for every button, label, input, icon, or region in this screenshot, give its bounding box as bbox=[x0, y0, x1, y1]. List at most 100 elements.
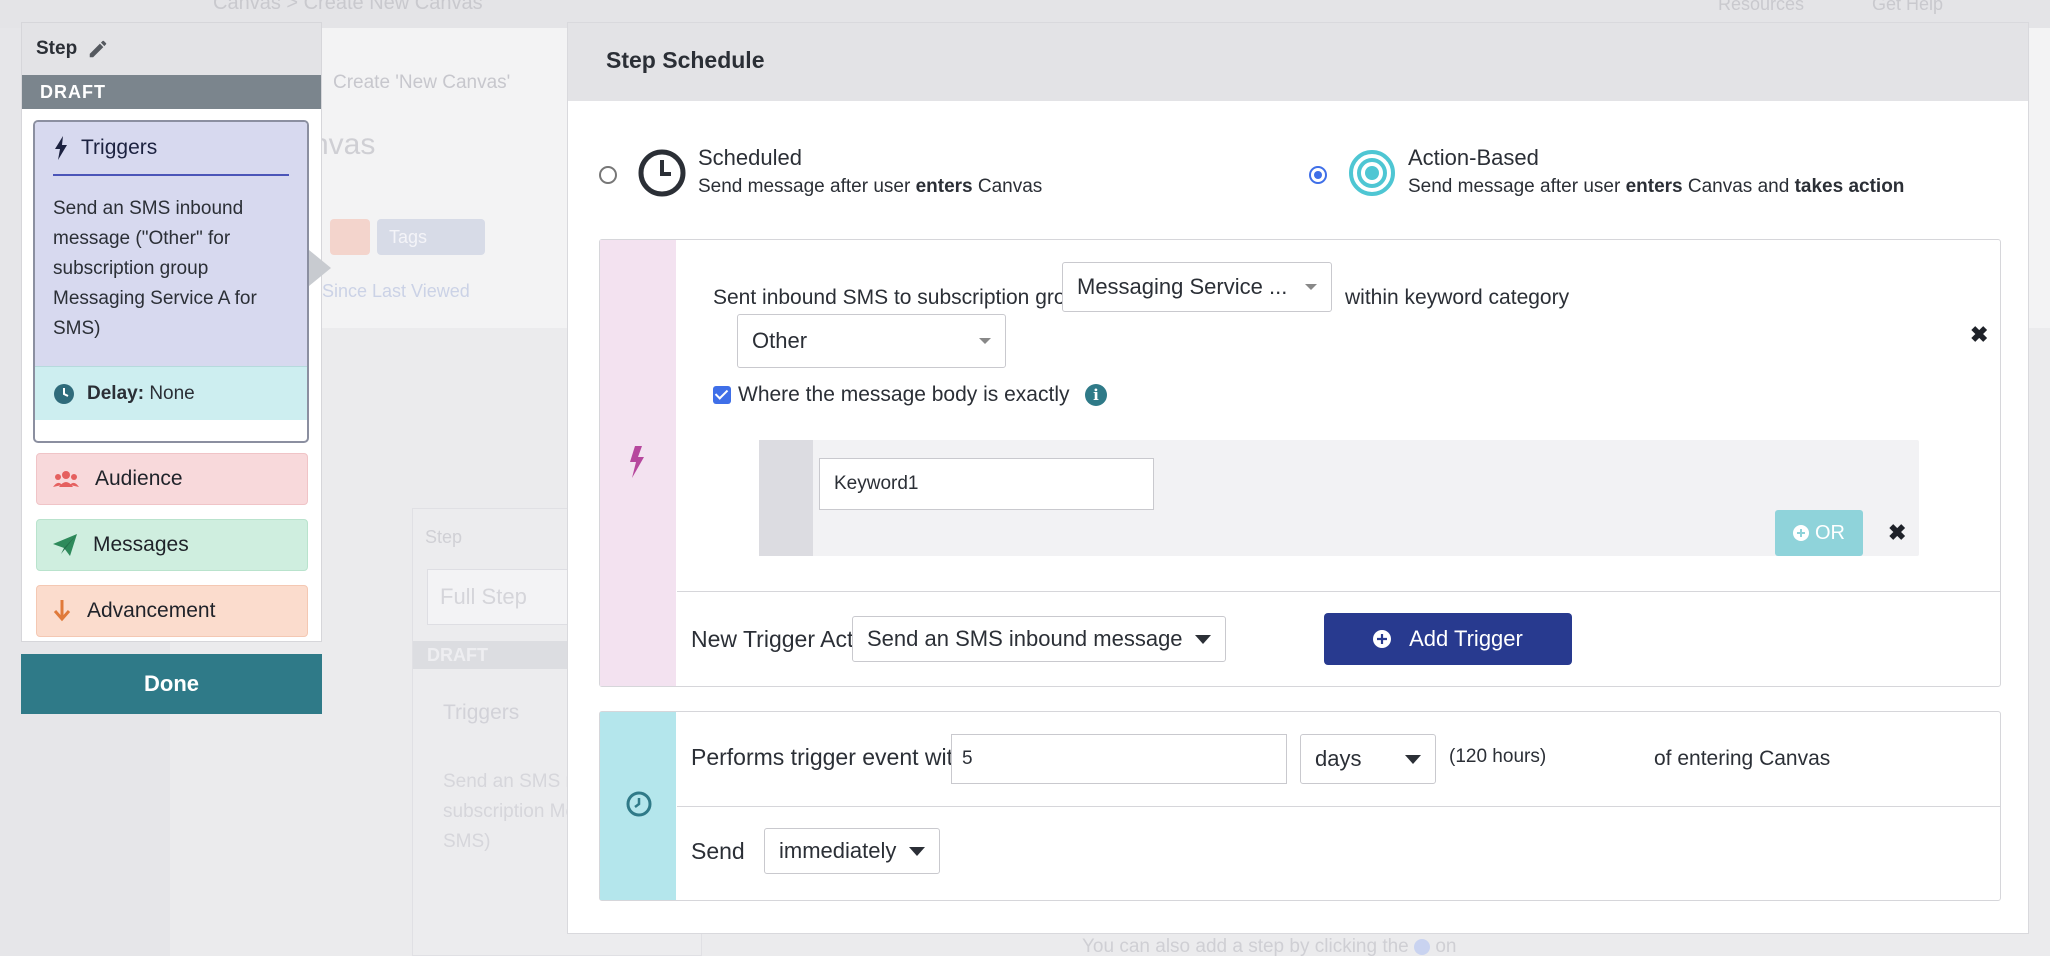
sent-inbound-label: Sent inbound SMS to subscription group bbox=[713, 286, 1089, 309]
time-unit-value: days bbox=[1315, 746, 1362, 771]
pencil-icon[interactable] bbox=[87, 38, 109, 60]
chevron-down-icon bbox=[1305, 284, 1317, 290]
action-sub-pre: Send message after user bbox=[1408, 176, 1626, 197]
tab-create-canvas[interactable]: Create 'New Canvas' bbox=[333, 72, 510, 94]
scheduled-title: Scheduled bbox=[698, 145, 802, 170]
remove-keyword-icon[interactable]: ✖ bbox=[1888, 520, 1906, 546]
time-unit-select[interactable]: days bbox=[1300, 734, 1436, 784]
new-trigger-action-value: Send an SMS inbound message bbox=[867, 626, 1183, 651]
tags-label: Tags bbox=[389, 227, 428, 247]
breadcrumb: Canvas > Create New Canvas bbox=[213, 0, 483, 14]
action-based-radio[interactable] bbox=[1309, 166, 1327, 184]
timing-divider bbox=[677, 806, 2001, 807]
arrow-down-icon bbox=[53, 600, 71, 622]
audience-card[interactable]: Audience bbox=[36, 453, 308, 505]
plus-circle-icon bbox=[1793, 525, 1809, 541]
triggers-label: Triggers bbox=[81, 136, 158, 159]
advancement-label: Advancement bbox=[87, 599, 216, 622]
time-window-value: 5 bbox=[962, 748, 973, 769]
trigger-divider bbox=[677, 591, 2001, 592]
subscription-group-select[interactable]: Messaging Service ... bbox=[1062, 262, 1332, 312]
caret-down-icon bbox=[909, 847, 925, 856]
scheduled-radio[interactable] bbox=[599, 166, 617, 184]
tags-dropdown[interactable]: Tags bbox=[377, 219, 485, 255]
send-timing-select[interactable]: immediately bbox=[764, 828, 940, 874]
step-title: Step bbox=[36, 38, 78, 59]
caret-down-icon bbox=[1195, 635, 1211, 644]
scheduled-sub-bold: enters bbox=[915, 176, 973, 197]
panel-pointer bbox=[309, 250, 331, 286]
bottom-hint-end: on bbox=[1435, 936, 1457, 956]
body-exact-checkbox[interactable] bbox=[713, 386, 731, 404]
body-exact-label: Where the message body is exactly bbox=[738, 383, 1070, 406]
clock-icon bbox=[638, 149, 686, 197]
or-button[interactable]: OR bbox=[1775, 510, 1863, 556]
info-icon[interactable]: i bbox=[1085, 384, 1107, 406]
scheduled-sub-post: Canvas bbox=[972, 176, 1043, 197]
action-sub-bold2: takes action bbox=[1794, 176, 1905, 197]
triggers-description: Send an SMS inbound message ("Other" for… bbox=[53, 198, 257, 339]
draft-status-bar: DRAFT bbox=[22, 75, 321, 109]
scheduled-subtitle: Send message after user enters Canvas bbox=[698, 176, 1042, 198]
bottom-hint-label: You can also add a step by clicking the bbox=[1082, 936, 1409, 956]
paper-plane-icon bbox=[53, 534, 77, 556]
bottom-hint-text: You can also add a step by clicking the … bbox=[1082, 936, 1456, 956]
plus-circle-icon bbox=[1373, 630, 1392, 648]
clock-icon bbox=[54, 383, 74, 404]
step-schedule-panel: Step Schedule Scheduled Send message aft… bbox=[567, 22, 2029, 934]
action-based-title: Action-Based bbox=[1408, 145, 1539, 170]
triggers-card[interactable]: Triggers Send an SMS inbound message ("O… bbox=[33, 120, 309, 443]
or-label: OR bbox=[1815, 521, 1845, 544]
new-trigger-action-select[interactable]: Send an SMS inbound message bbox=[852, 616, 1226, 662]
subscription-group-value: Messaging Service ... bbox=[1077, 274, 1288, 299]
triggers-heading: Triggers bbox=[53, 136, 289, 176]
keyword-group-strip bbox=[759, 440, 813, 556]
scheduled-sub-pre: Send message after user bbox=[698, 176, 916, 197]
add-trigger-label: Add Trigger bbox=[1409, 626, 1523, 651]
keyword-input[interactable] bbox=[819, 458, 1154, 510]
hours-note: (120 hours) bbox=[1449, 746, 1547, 767]
remove-trigger-icon[interactable]: ✖ bbox=[1970, 322, 1988, 348]
step-schedule-title: Step Schedule bbox=[568, 23, 2028, 101]
bolt-icon bbox=[55, 136, 67, 160]
audience-label: Audience bbox=[95, 467, 183, 490]
delay-row[interactable]: Delay: None bbox=[35, 366, 307, 420]
ghost-step-title: Step bbox=[425, 527, 463, 547]
since-last-viewed-link[interactable]: Since Last Viewed bbox=[322, 281, 470, 302]
delay-value: None bbox=[149, 382, 195, 404]
time-window-input[interactable]: 5 bbox=[951, 734, 1287, 784]
trigger-configuration-box: Sent inbound SMS to subscription group M… bbox=[599, 239, 2001, 687]
status-pill[interactable] bbox=[330, 219, 370, 255]
advancement-card[interactable]: Advancement bbox=[36, 585, 308, 637]
resources-menu[interactable]: Resources bbox=[1718, 0, 1804, 15]
step-editor-panel: Step DRAFT Triggers Send an SMS inbound … bbox=[21, 22, 322, 642]
send-timing-value: immediately bbox=[779, 838, 897, 863]
action-sub-mid: Canvas and bbox=[1682, 176, 1795, 197]
of-entering-canvas-label: of entering Canvas bbox=[1654, 747, 1831, 770]
messages-label: Messages bbox=[93, 533, 189, 556]
users-icon bbox=[53, 471, 79, 487]
action-sub-bold1: enters bbox=[1625, 176, 1683, 197]
keyword-category-value: Other bbox=[752, 328, 808, 353]
timing-configuration-box: Performs trigger event within 5 days (12… bbox=[599, 711, 2001, 901]
ghost-step-triggers: Triggers bbox=[443, 701, 520, 724]
action-based-subtitle: Send message after user enters Canvas an… bbox=[1408, 176, 1904, 198]
add-step-icon bbox=[1414, 938, 1431, 955]
clock-icon bbox=[626, 791, 652, 817]
get-help-menu[interactable]: Get Help bbox=[1872, 0, 1943, 15]
performs-trigger-label: Performs trigger event within bbox=[691, 744, 984, 770]
messages-card[interactable]: Messages bbox=[36, 519, 308, 571]
step-header: Step bbox=[22, 23, 321, 75]
bolt-icon bbox=[630, 446, 644, 478]
caret-down-icon bbox=[1405, 755, 1421, 764]
target-icon bbox=[1349, 150, 1395, 196]
delay-label: Delay: bbox=[87, 382, 145, 404]
done-button[interactable]: Done bbox=[21, 654, 322, 714]
send-label: Send bbox=[691, 838, 745, 864]
chevron-down-icon bbox=[979, 338, 991, 344]
triggers-section[interactable]: Triggers Send an SMS inbound message ("O… bbox=[35, 122, 307, 366]
add-trigger-button[interactable]: Add Trigger bbox=[1324, 613, 1572, 665]
keyword-category-select[interactable]: Other bbox=[737, 314, 1006, 368]
within-keyword-label: within keyword category bbox=[1345, 286, 1570, 309]
keyword-group: OR ✖ bbox=[759, 440, 1919, 556]
